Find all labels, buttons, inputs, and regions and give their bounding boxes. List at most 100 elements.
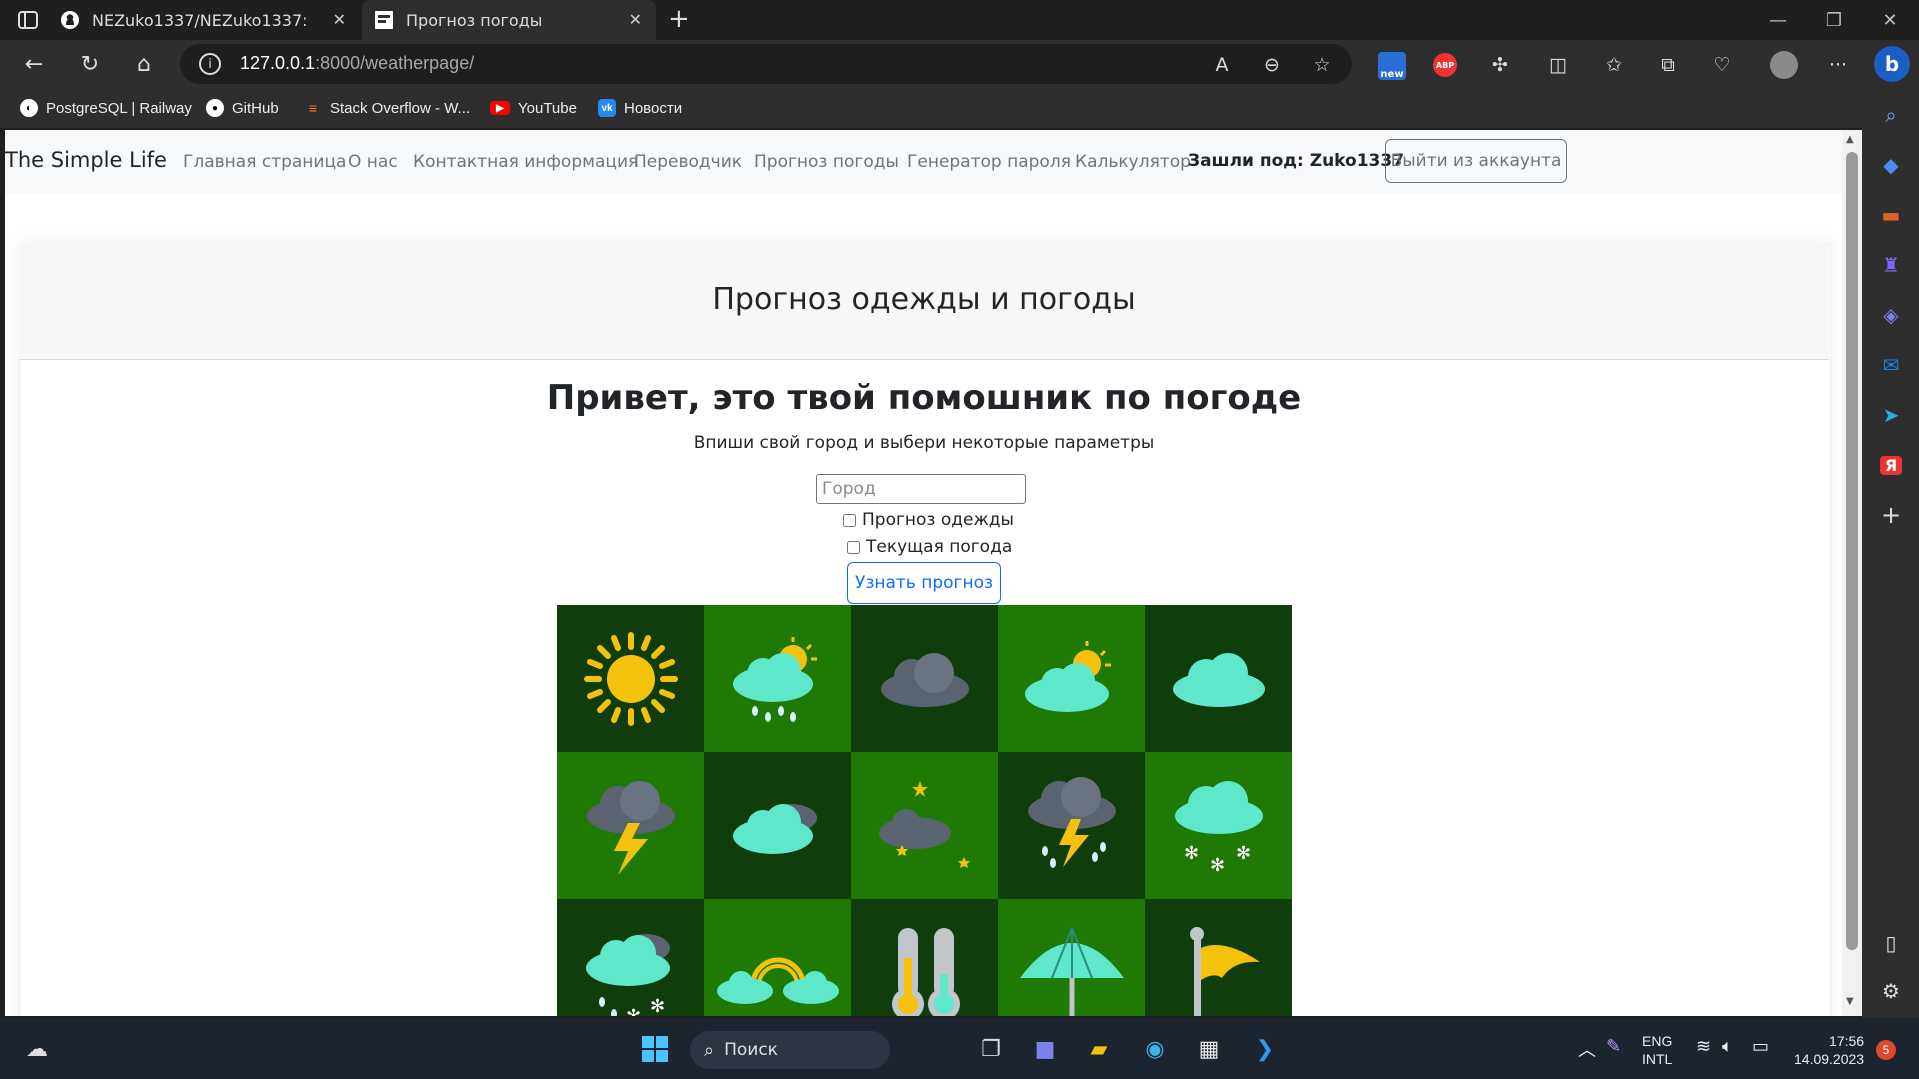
scroll-down-icon[interactable]: ▼ [1846, 996, 1854, 1007]
telegram-icon[interactable]: ➤ [1874, 398, 1908, 432]
profile-avatar[interactable] [1770, 51, 1798, 79]
clock-date: 14.09.2023 [1794, 1051, 1865, 1067]
adblock-icon[interactable]: ABP [1433, 53, 1457, 77]
file-explorer-icon[interactable]: ▰ [1080, 1030, 1118, 1068]
collections-icon[interactable]: ⧉ [1652, 50, 1684, 80]
thunderstorm-icon [557, 752, 704, 899]
bookmark-stackoverflow[interactable]: ≡ Stack Overflow - W... [304, 96, 470, 120]
clock-time: 17:56 [1829, 1033, 1865, 1049]
svg-text:✻: ✻ [1210, 855, 1225, 876]
volume-icon[interactable]: 🔈︎ [1722, 1036, 1733, 1057]
close-window-icon[interactable]: ✕ [1862, 0, 1918, 40]
split-screen-icon[interactable]: ◫ [1542, 50, 1574, 80]
scroll-up-icon[interactable]: ▲ [1846, 134, 1854, 145]
close-icon[interactable]: ✕ [333, 10, 346, 29]
settings-gear-icon[interactable]: ⚙ [1874, 974, 1908, 1008]
extensions-puzzle-icon[interactable]: ✣ [1484, 50, 1516, 80]
get-forecast-button[interactable]: Узнать прогноз [847, 562, 1001, 604]
start-windows-icon[interactable] [636, 1030, 674, 1068]
minimize-icon[interactable]: — [1750, 0, 1806, 40]
more-menu-icon[interactable]: ··· [1822, 50, 1854, 80]
extension-new-icon[interactable]: new [1378, 52, 1406, 80]
bing-copilot-icon[interactable]: b [1874, 46, 1910, 82]
back-icon[interactable]: ← [16, 48, 52, 80]
favorites-icon[interactable]: ✩ [1598, 50, 1630, 80]
dark-cloud-icon [851, 605, 998, 752]
sleet-cloud-icon: ✻ ✻ [557, 899, 704, 1016]
read-aloud-icon[interactable]: A [1206, 50, 1238, 80]
nav-calculator[interactable]: Калькулятор [1075, 152, 1191, 172]
shopping-tag-icon[interactable]: ◆ [1874, 148, 1908, 182]
show-hidden-icons[interactable]: ︿ [1578, 1036, 1596, 1062]
railway-icon: ◐ [20, 99, 38, 117]
language-secondary: INTL [1642, 1051, 1673, 1067]
close-icon[interactable]: ✕ [629, 10, 642, 29]
copilot-icon[interactable]: ◈ [1874, 298, 1908, 332]
restore-icon[interactable]: ❐ [1806, 0, 1862, 40]
zoom-icon[interactable]: ⊖ [1256, 50, 1288, 80]
github-icon: ● [206, 99, 224, 117]
taskbar-search[interactable]: ⌕ Поиск [690, 1031, 890, 1069]
weather-icons-grid: ✻ ✻ ✻ ✻ ✻ [557, 605, 1292, 1016]
sun-cloud-icon [998, 605, 1145, 752]
site-brand[interactable]: The Simple Life [5, 148, 167, 172]
tab-github[interactable]: NEZuko1337/NEZuko1337: Confi ✕ [60, 0, 360, 40]
tab-actions-icon[interactable] [16, 8, 40, 32]
sidebar-panel-icon[interactable]: ▯ [1874, 926, 1908, 960]
vscode-icon[interactable]: ❯ [1246, 1030, 1284, 1068]
current-weather-checkbox-row[interactable]: Текущая погода [847, 537, 1012, 557]
nav-weather[interactable]: Прогноз погоды [754, 152, 899, 172]
outlook-icon[interactable]: ✉ [1874, 348, 1908, 382]
bookmark-label: PostgreSQL | Railway [46, 99, 192, 117]
refresh-icon[interactable]: ↻ [72, 48, 108, 80]
yandex-icon[interactable]: Я [1874, 448, 1908, 482]
tools-briefcase-icon[interactable]: ▬ [1874, 198, 1908, 232]
nav-home[interactable]: Главная страница [183, 152, 346, 172]
nav-translator[interactable]: Переводчик [634, 152, 742, 172]
language-indicator[interactable]: ENG INTL [1642, 1032, 1672, 1068]
add-sidebar-icon[interactable]: + [1874, 498, 1908, 532]
snow-cloud-icon: ✻ ✻ ✻ [1145, 752, 1292, 899]
wind-flag-icon [1145, 899, 1292, 1016]
city-input[interactable] [816, 474, 1026, 504]
clothes-forecast-checkbox[interactable] [843, 513, 856, 527]
performance-icon[interactable]: ♡ [1706, 50, 1738, 80]
home-icon[interactable]: ⌂ [126, 48, 162, 80]
vk-icon: vk [598, 99, 616, 117]
page-subtitle: Впиши свой город и выбери некоторые пара… [693, 433, 1155, 453]
nav-contacts[interactable]: Контактная информация [413, 152, 638, 172]
nav-about[interactable]: О нас [348, 152, 398, 172]
page-viewport: The Simple Life Главная страница О нас К… [5, 130, 1842, 1016]
nav-password-generator[interactable]: Генератор пароля [907, 152, 1071, 172]
card-title: Прогноз одежды и погоды [712, 282, 1136, 317]
bookmark-label: YouTube [518, 99, 577, 117]
favorite-star-icon[interactable]: ☆ [1306, 50, 1338, 80]
bookmark-postgresql[interactable]: ◐ PostgreSQL | Railway [20, 96, 192, 120]
tab-weather[interactable]: Прогноз погоды ✕ [362, 0, 656, 40]
clothes-forecast-checkbox-row[interactable]: Прогноз одежды [843, 510, 1014, 530]
search-icon[interactable]: ⌕ [1874, 98, 1908, 132]
notification-badge[interactable]: 5 [1876, 1040, 1896, 1060]
teams-chat-icon[interactable]: ■ [1026, 1030, 1064, 1068]
site-info-icon[interactable]: i [199, 53, 221, 75]
bookmark-github[interactable]: ● GitHub [206, 96, 279, 120]
task-view-icon[interactable]: ❐ [972, 1030, 1010, 1068]
logout-button[interactable]: Выйти из аккаунта [1385, 139, 1567, 183]
notification-count: 5 [1882, 1043, 1890, 1057]
pen-icon[interactable]: ✎ [1606, 1036, 1621, 1057]
edge-browser-icon[interactable]: ◉ [1136, 1030, 1174, 1068]
microsoft-store-icon[interactable]: ▦ [1190, 1030, 1228, 1068]
wifi-icon[interactable]: ≋ [1696, 1036, 1711, 1057]
new-tab-icon[interactable]: + [668, 4, 690, 34]
url-text[interactable]: 127.0.0.1:8000/weatherpage/ [240, 53, 474, 74]
scrollbar-thumb[interactable] [1846, 152, 1858, 950]
current-weather-checkbox[interactable] [847, 540, 860, 554]
logged-in-user: Зашли под: Zuko1337 [1188, 151, 1405, 171]
weather-widget-icon[interactable]: ☁ [18, 1030, 56, 1068]
clock[interactable]: 17:56 14.09.2023 [1794, 1032, 1864, 1068]
bookmark-news[interactable]: vk Новости [598, 96, 682, 120]
bookmark-youtube[interactable]: ▶ YouTube [490, 96, 577, 120]
language-primary: ENG [1642, 1033, 1673, 1049]
battery-icon[interactable]: ▭ [1752, 1036, 1769, 1057]
games-icon[interactable]: ♜ [1874, 248, 1908, 282]
